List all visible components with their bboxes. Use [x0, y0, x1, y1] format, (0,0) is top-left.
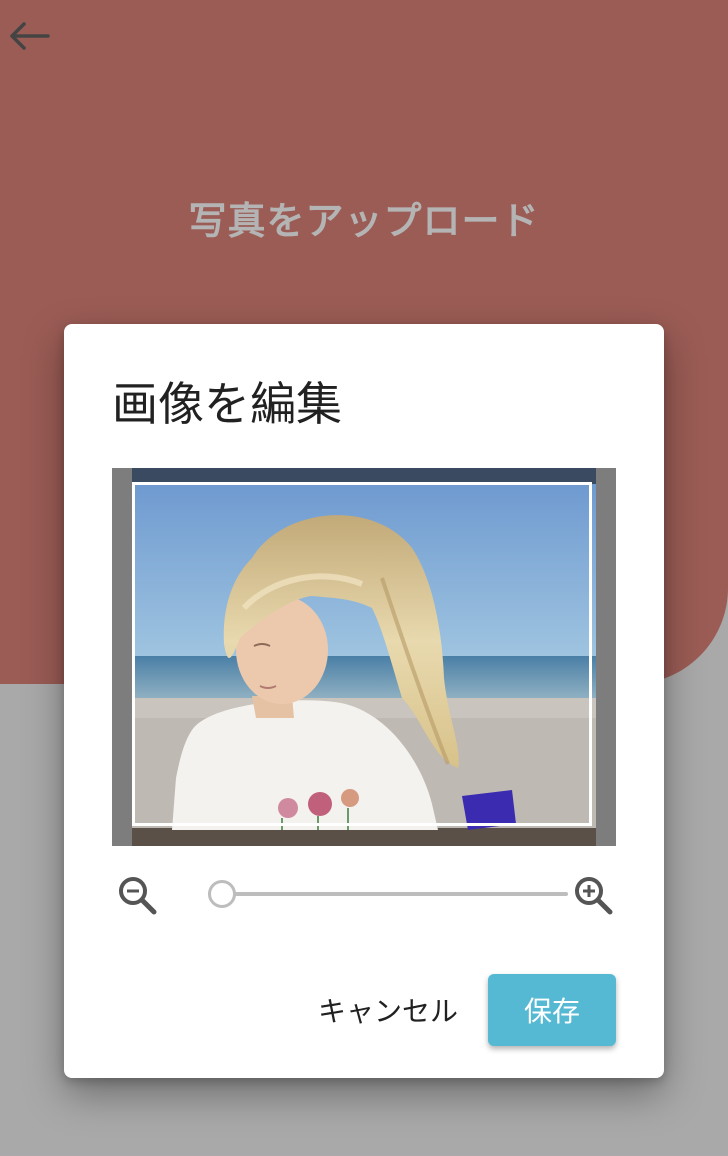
image-crop-area[interactable]: [112, 468, 616, 846]
zoom-controls: [112, 866, 616, 922]
crop-selection-frame[interactable]: [132, 482, 592, 826]
cancel-button[interactable]: キャンセル: [298, 974, 478, 1046]
save-button[interactable]: 保存: [488, 974, 616, 1046]
zoom-in-icon: [575, 877, 613, 915]
zoom-slider[interactable]: [208, 880, 568, 908]
dialog-actions: キャンセル 保存: [298, 974, 616, 1046]
zoom-out-icon: [119, 877, 157, 915]
zoom-out-button[interactable]: [116, 874, 160, 918]
back-button[interactable]: [6, 16, 52, 56]
page-title: 写真をアップロード: [188, 199, 540, 243]
zoom-in-button[interactable]: [572, 874, 616, 918]
edit-image-dialog: 画像を編集 キャンセル 保存: [64, 324, 664, 1078]
dialog-title: 画像を編集: [112, 377, 342, 431]
arrow-left-icon: [10, 22, 50, 50]
zoom-slider-thumb[interactable]: [208, 880, 236, 908]
